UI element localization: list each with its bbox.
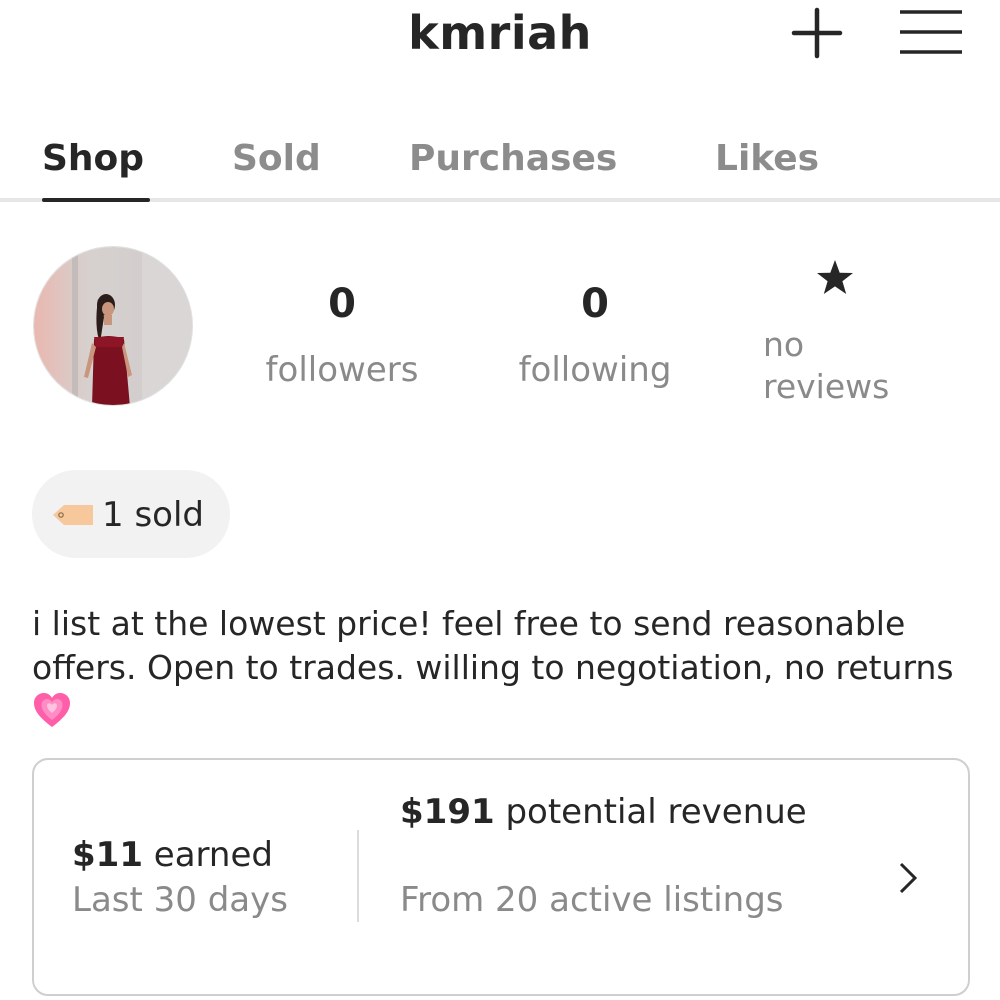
earned-amount: $11 [72, 835, 143, 875]
plus-icon [791, 7, 843, 59]
reviews-label: no reviews [763, 324, 889, 408]
revenue-summary: $191 potential revenue [400, 790, 840, 834]
bio-text: i list at the lowest price! feel free to… [32, 604, 954, 687]
revenue-source: From 20 active listings [400, 880, 784, 920]
chevron-right-icon[interactable] [892, 858, 922, 898]
earned-summary: $11 earned [72, 835, 273, 875]
add-listing-button[interactable] [790, 6, 844, 60]
sold-count: 1 sold [102, 495, 204, 535]
following-count: 0 [581, 281, 609, 327]
reviews-label-line1: no [763, 325, 805, 364]
price-tag-icon [53, 505, 93, 525]
hamburger-menu-icon [900, 10, 962, 54]
growing-heart-icon [34, 693, 70, 727]
following-label: following [518, 350, 672, 390]
reviews-label-line2: reviews [763, 367, 890, 406]
top-bar: kmriah [0, 0, 1000, 80]
tab-likes[interactable]: Likes [715, 138, 819, 179]
profile-bio: i list at the lowest price! feel free to… [32, 602, 972, 734]
tab-sold[interactable]: Sold [232, 138, 321, 179]
active-tab-indicator [42, 198, 150, 202]
following-stat[interactable]: 0 following [509, 284, 681, 390]
revenue-label: potential revenue [505, 792, 807, 832]
tab-purchases[interactable]: Purchases [409, 138, 617, 179]
menu-button[interactable] [898, 8, 964, 56]
earned-period: Last 30 days [72, 880, 288, 920]
card-divider [357, 830, 359, 922]
revenue-amount: $191 [400, 792, 495, 832]
avatar-photo [34, 247, 192, 405]
followers-label: followers [265, 350, 419, 390]
tab-shop[interactable]: Shop [42, 138, 144, 179]
avatar[interactable] [33, 246, 193, 406]
tabs-divider [0, 198, 1000, 202]
earned-label: earned [153, 835, 273, 875]
followers-stat[interactable]: 0 followers [256, 284, 428, 390]
star-icon [817, 260, 853, 294]
followers-count: 0 [328, 281, 356, 327]
profile-username: kmriah [408, 6, 592, 60]
